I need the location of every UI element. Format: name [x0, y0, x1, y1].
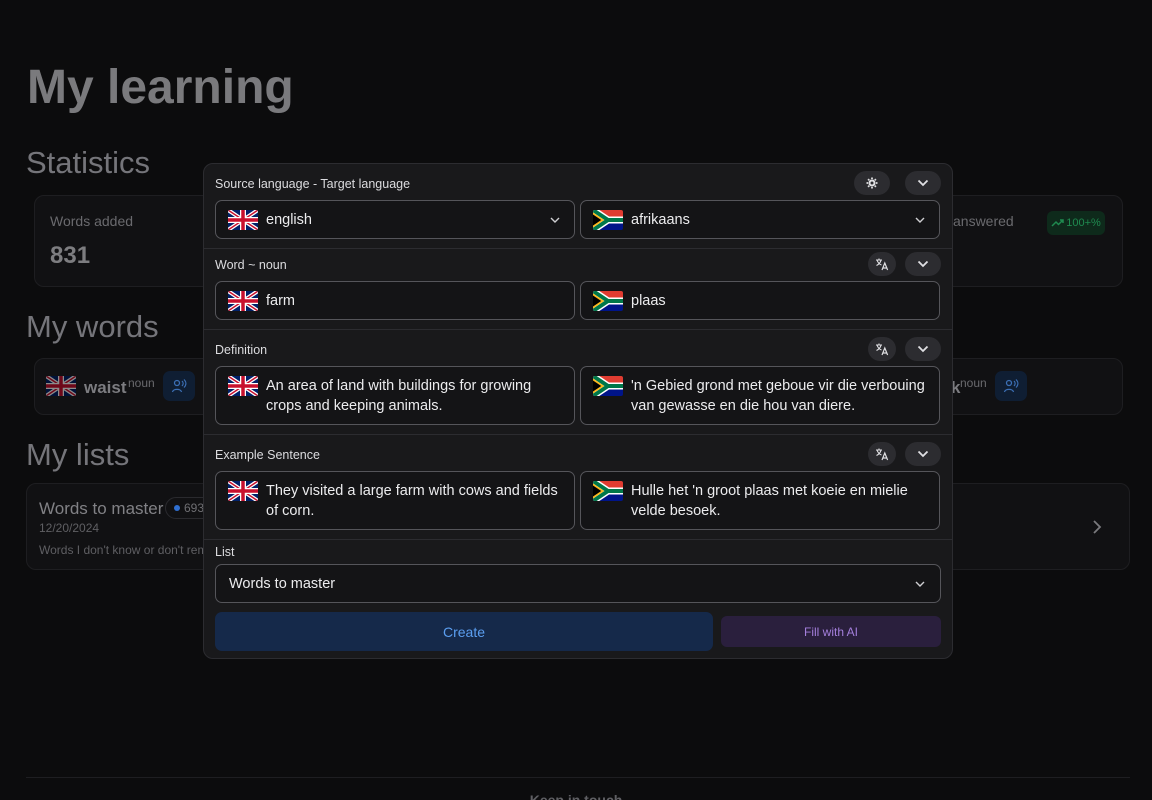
word-section-label: Word ~ noun	[215, 258, 287, 272]
my-lists-title: My lists	[26, 437, 130, 472]
collapse-definition-button[interactable]	[905, 337, 941, 361]
page-title: My learning	[27, 61, 294, 114]
create-button[interactable]: Create	[215, 612, 713, 651]
chevron-down-icon	[915, 581, 925, 587]
translate-word-button[interactable]	[868, 252, 896, 276]
collapse-example-button[interactable]	[905, 442, 941, 466]
list-description: Words I don't know or don't rem	[39, 543, 208, 557]
chevron-down-icon	[917, 450, 929, 458]
south-africa-flag-icon	[593, 209, 623, 230]
dot-icon	[174, 505, 180, 511]
uk-flag-icon	[228, 376, 258, 396]
source-language-select[interactable]: english	[215, 200, 575, 239]
word-item-pos: noun	[960, 376, 987, 390]
translate-icon	[876, 343, 889, 356]
list-count: 693	[184, 501, 205, 515]
definition-section-label: Definition	[215, 343, 268, 357]
target-example-input[interactable]: Hulle het 'n groot plaas met koeie en mi…	[580, 471, 940, 530]
divider	[204, 329, 952, 330]
words-added-label: Words added	[50, 213, 134, 229]
target-word-value: plaas	[631, 292, 666, 309]
target-example-value: Hulle het 'n groot plaas met koeie en mi…	[631, 483, 908, 519]
word-item-pos: noun	[128, 376, 155, 390]
divider	[204, 539, 952, 540]
chevron-down-icon	[550, 217, 560, 223]
source-example-value: They visited a large farm with cows and …	[266, 483, 558, 519]
voice-icon	[1003, 379, 1019, 393]
source-definition-input[interactable]: An area of land with buildings for growi…	[215, 366, 575, 425]
chevron-down-icon	[917, 179, 929, 187]
trending-up-icon	[1051, 219, 1064, 227]
settings-button[interactable]	[854, 171, 890, 195]
source-language-value: english	[266, 211, 312, 228]
my-words-title: My words	[26, 309, 159, 344]
translate-example-button[interactable]	[868, 442, 896, 466]
target-definition-input[interactable]: 'n Gebied grond met geboue vir die verbo…	[580, 366, 940, 425]
trend-badge: 100+%	[1047, 211, 1105, 235]
add-word-dialog: Source language - Target language englis…	[203, 163, 953, 659]
source-word-value: farm	[266, 292, 295, 309]
word-item-name[interactable]: waist	[84, 378, 127, 398]
south-africa-flag-icon	[593, 376, 623, 396]
translate-icon	[876, 258, 889, 271]
answered-label: answered	[953, 213, 1014, 229]
translate-icon	[876, 448, 889, 461]
words-added-value: 831	[50, 242, 91, 269]
gear-icon	[866, 177, 878, 189]
target-word-input[interactable]: plaas	[580, 281, 940, 320]
uk-flag-icon	[228, 209, 258, 230]
footer-text: Keep in touch	[529, 792, 623, 800]
collapse-language-button[interactable]	[905, 171, 941, 195]
list-section-label: List	[215, 545, 235, 559]
south-africa-flag-icon	[593, 290, 623, 311]
uk-flag-icon	[228, 290, 258, 311]
target-language-select[interactable]: afrikaans	[580, 200, 940, 239]
source-word-input[interactable]: farm	[215, 281, 575, 320]
collapse-word-button[interactable]	[905, 252, 941, 276]
language-section-label: Source language - Target language	[215, 177, 411, 191]
target-language-value: afrikaans	[631, 211, 690, 228]
south-africa-flag-icon	[593, 481, 623, 501]
uk-flag-icon	[228, 481, 258, 501]
example-section-label: Example Sentence	[215, 448, 320, 462]
divider	[204, 434, 952, 435]
uk-flag-icon	[46, 376, 76, 396]
list-name: Words to master	[39, 499, 164, 518]
voice-icon	[171, 379, 187, 393]
fill-with-ai-button[interactable]: Fill with AI	[721, 616, 941, 647]
statistics-title: Statistics	[26, 145, 151, 180]
chevron-right-icon[interactable]	[1090, 519, 1104, 535]
translate-definition-button[interactable]	[868, 337, 896, 361]
footer-divider	[26, 777, 1130, 778]
divider	[204, 248, 952, 249]
speak-button[interactable]	[995, 371, 1027, 401]
list-select-value: Words to master	[229, 575, 336, 592]
trend-badge-text: 100+%	[1066, 217, 1101, 229]
source-definition-value: An area of land with buildings for growi…	[266, 378, 532, 414]
chevron-down-icon	[915, 217, 925, 223]
speak-button[interactable]	[163, 371, 195, 401]
chevron-down-icon	[917, 260, 929, 268]
list-select[interactable]: Words to master	[215, 564, 941, 603]
source-example-input[interactable]: They visited a large farm with cows and …	[215, 471, 575, 530]
chevron-down-icon	[917, 345, 929, 353]
list-date: 12/20/2024	[39, 521, 100, 535]
target-definition-value: 'n Gebied grond met geboue vir die verbo…	[631, 378, 925, 414]
